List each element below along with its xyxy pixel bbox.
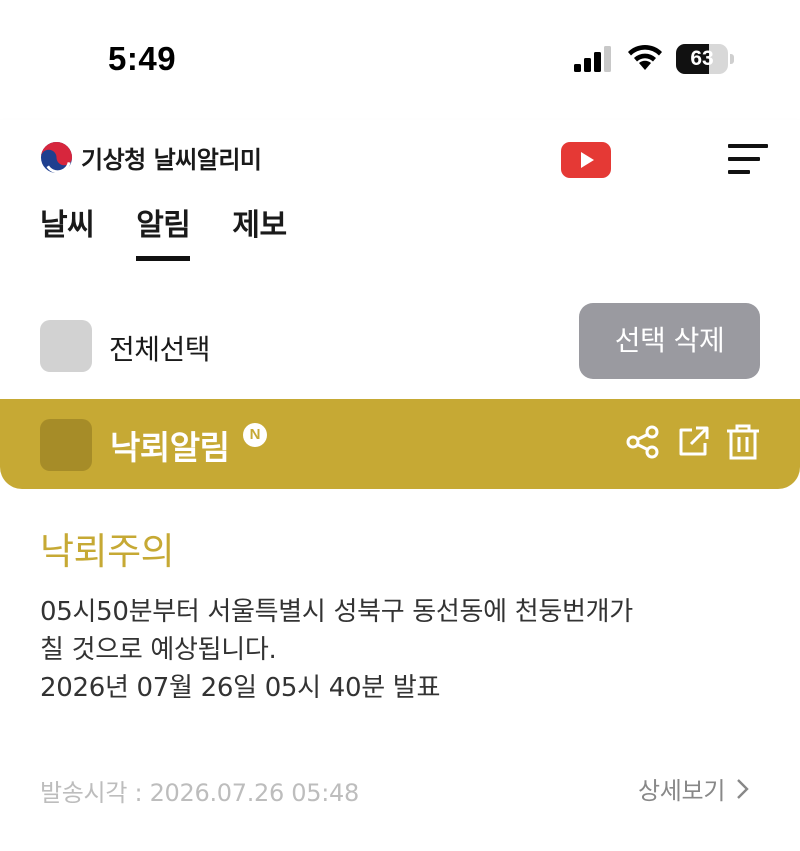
alert-card-header: 낙뢰알림 N: [0, 399, 800, 489]
new-badge: N: [243, 423, 267, 447]
youtube-icon[interactable]: [561, 142, 611, 178]
alert-title: 낙뢰알림: [110, 428, 230, 467]
status-bar: 5:49 63: [0, 0, 800, 120]
selection-toolbar: 전체선택 선택 삭제: [0, 264, 800, 399]
tab-alerts[interactable]: 알림: [136, 198, 191, 264]
detail-link[interactable]: 상세보기: [638, 771, 751, 806]
app-screen: 5:49 63 기상청 날씨알리미 날씨 알림 제보 전체선택 선택 삭제 낙뢰…: [0, 0, 800, 851]
brand-title: 기상청 날씨알리미: [81, 145, 262, 174]
menu-icon[interactable]: [728, 142, 768, 176]
external-link-icon[interactable]: [675, 424, 711, 460]
wifi-icon: [628, 44, 662, 70]
alert-card-body[interactable]: 낙뢰주의 05시50분부터 서울특별시 성북구 동선동에 천둥번개가 칠 것으로…: [0, 489, 800, 851]
cellular-signal-icon: [574, 46, 611, 72]
battery-icon: 63: [676, 44, 736, 74]
alert-message: 05시50분부터 서울특별시 성북구 동선동에 천둥번개가 칠 것으로 예상됩니…: [40, 597, 633, 703]
status-time: 5:49: [108, 40, 177, 77]
tab-report[interactable]: 제보: [232, 198, 287, 264]
detail-link-label: 상세보기: [638, 777, 726, 805]
alert-checkbox[interactable]: [40, 419, 92, 471]
alert-headline: 낙뢰주의: [40, 530, 175, 573]
brand-logo[interactable]: 기상청 날씨알리미: [40, 140, 262, 174]
battery-body: 63: [676, 44, 728, 74]
tab-weather[interactable]: 날씨: [40, 198, 95, 264]
sent-time: 발송시각 : 2026.07.26 05:48: [40, 779, 359, 807]
select-all-checkbox[interactable]: [40, 320, 92, 372]
chevron-right-icon: [737, 778, 749, 799]
share-icon[interactable]: [625, 424, 661, 460]
delete-selected-button[interactable]: 선택 삭제: [579, 303, 760, 379]
select-all-label[interactable]: 전체선택: [109, 328, 211, 368]
taegeuk-icon: [40, 141, 73, 173]
app-header: 기상청 날씨알리미 날씨 알림 제보: [0, 120, 800, 264]
trash-icon[interactable]: [725, 423, 761, 461]
main-tabs: 날씨 알림 제보: [40, 198, 329, 264]
battery-level-text: 63: [690, 47, 714, 70]
battery-tip: [730, 54, 734, 64]
